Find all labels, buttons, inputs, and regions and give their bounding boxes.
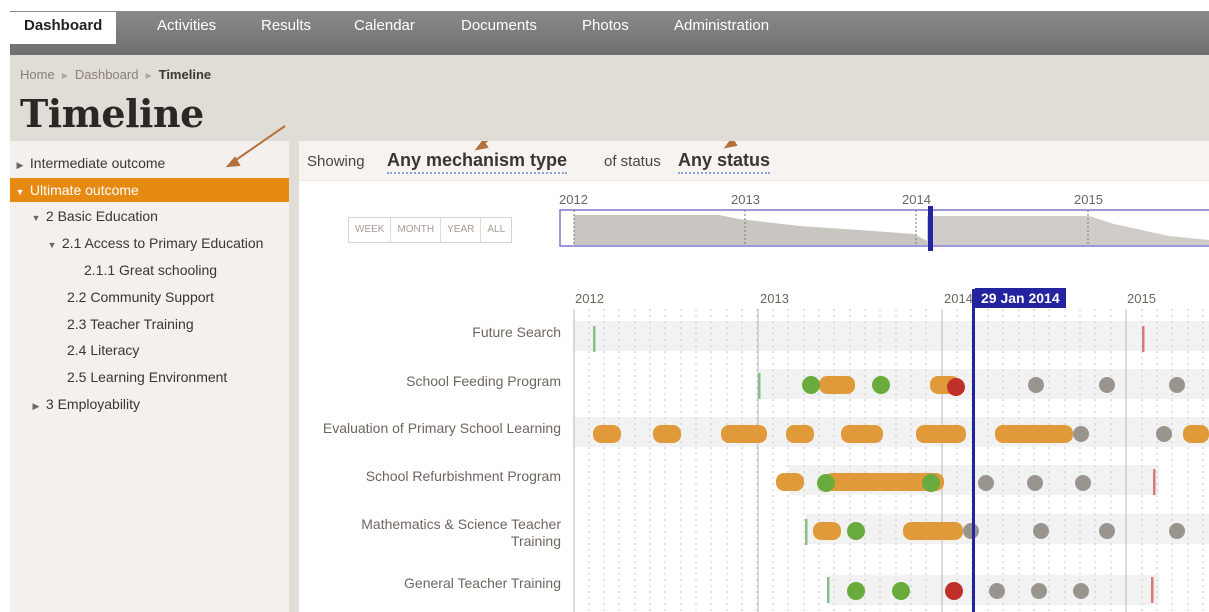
pending-icon[interactable] xyxy=(1156,426,1172,442)
pending-icon[interactable] xyxy=(1099,377,1115,393)
tree-item-employability[interactable]: ▶ 3 Employability xyxy=(10,392,289,416)
sidebar-resize-handle[interactable] xyxy=(289,141,299,612)
tree-item-label: Intermediate outcome xyxy=(29,155,166,171)
pending-icon[interactable] xyxy=(1073,583,1089,599)
activity-bar[interactable] xyxy=(903,522,963,540)
pending-icon[interactable] xyxy=(963,523,979,539)
tree-item-intermediate-outcome[interactable]: ▶ Intermediate outcome xyxy=(10,151,289,175)
activity-bar[interactable] xyxy=(841,425,883,443)
caret-down-icon[interactable]: ▼ xyxy=(14,180,26,204)
timeline-panel: Showing Any mechanism type of status Any… xyxy=(299,141,1209,612)
pending-icon[interactable] xyxy=(1073,426,1089,442)
current-date-line[interactable] xyxy=(972,289,975,612)
breadcrumb-home[interactable]: Home xyxy=(20,67,55,82)
caret-right-icon[interactable]: ▶ xyxy=(30,394,42,418)
outcome-tree: ▶ Intermediate outcome ▼ Ultimate outcom… xyxy=(10,141,289,612)
caret-down-icon[interactable]: ▼ xyxy=(30,206,42,230)
pending-icon[interactable] xyxy=(1169,523,1185,539)
tree-item-ultimate-outcome[interactable]: ▼ Ultimate outcome xyxy=(10,178,289,202)
caret-right-icon[interactable]: ▶ xyxy=(14,153,26,177)
end-marker xyxy=(1151,577,1154,603)
check-icon[interactable] xyxy=(817,474,835,492)
check-icon[interactable] xyxy=(802,376,820,394)
activity-bar[interactable] xyxy=(786,425,814,443)
check-icon[interactable] xyxy=(847,582,865,600)
activity-bar[interactable] xyxy=(916,425,966,443)
end-marker xyxy=(1153,469,1156,495)
start-marker xyxy=(805,519,808,545)
tree-item-label: 2.2 Community Support xyxy=(67,289,215,305)
tree-item-community-support[interactable]: 2.2 Community Support xyxy=(10,285,289,309)
end-marker xyxy=(1142,326,1145,352)
activity-bar[interactable] xyxy=(776,473,804,491)
tree-item-learning-environment[interactable]: 2.5 Learning Environment xyxy=(10,365,289,389)
timeline-gridlines xyxy=(588,309,1204,612)
pending-icon[interactable] xyxy=(1075,475,1091,491)
pending-icon[interactable] xyxy=(989,583,1005,599)
activity-bar[interactable] xyxy=(819,376,855,394)
pending-icon[interactable] xyxy=(1028,377,1044,393)
check-icon[interactable] xyxy=(922,474,940,492)
alert-icon[interactable] xyxy=(945,582,963,600)
row-bg-math-science xyxy=(806,514,1209,544)
start-marker xyxy=(593,326,596,352)
pending-icon[interactable] xyxy=(978,475,994,491)
timeline-graphics xyxy=(474,141,1209,612)
annotation-arrows xyxy=(474,141,738,151)
activity-bar[interactable] xyxy=(593,425,621,443)
alert-icon[interactable] xyxy=(947,378,965,396)
current-date-badge: 29 Jan 2014 xyxy=(975,288,1066,308)
tab-administration[interactable]: Administration xyxy=(674,12,769,44)
caret-down-icon[interactable]: ▼ xyxy=(46,233,58,257)
activity-bar[interactable] xyxy=(995,425,1073,443)
tab-calendar[interactable]: Calendar xyxy=(354,12,415,44)
tree-item-label: 2.1.1 Great schooling xyxy=(84,262,218,278)
check-icon[interactable] xyxy=(847,522,865,540)
activity-bar[interactable] xyxy=(721,425,767,443)
tab-photos[interactable]: Photos xyxy=(582,12,629,44)
check-icon[interactable] xyxy=(872,376,890,394)
tree-item-label: 2.4 Literacy xyxy=(67,342,140,358)
start-marker xyxy=(758,373,761,399)
pending-icon[interactable] xyxy=(1099,523,1115,539)
tab-results[interactable]: Results xyxy=(261,12,311,44)
pending-icon[interactable] xyxy=(1169,377,1185,393)
start-marker xyxy=(827,577,830,603)
activity-bar[interactable] xyxy=(1183,425,1209,443)
chevron-right-icon: ▶ xyxy=(145,71,152,81)
tree-item-teacher-training[interactable]: 2.3 Teacher Training xyxy=(10,312,289,336)
breadcrumb: Home ▶ Dashboard ▶ Timeline xyxy=(20,67,211,82)
tree-item-label: 2.1 Access to Primary Education xyxy=(61,235,264,251)
tree-item-label: 2.5 Learning Environment xyxy=(67,369,228,385)
breadcrumb-current: Timeline xyxy=(158,67,212,82)
pending-icon[interactable] xyxy=(1027,475,1043,491)
activity-bar[interactable] xyxy=(813,522,841,540)
tree-item-literacy[interactable]: 2.4 Literacy xyxy=(10,338,289,362)
page-title: Timeline xyxy=(20,91,204,136)
tree-item-label: 2.3 Teacher Training xyxy=(67,316,194,332)
tree-item-great-schooling[interactable]: 2.1.1 Great schooling xyxy=(10,258,289,282)
overview-navigator[interactable] xyxy=(559,206,1209,251)
check-icon[interactable] xyxy=(892,582,910,600)
row-bg-future-search xyxy=(574,321,1209,351)
tree-item-access-primary-education[interactable]: ▼ 2.1 Access to Primary Education xyxy=(10,231,289,255)
overview-current-marker[interactable] xyxy=(928,206,933,251)
tab-documents[interactable]: Documents xyxy=(461,12,537,44)
tree-item-basic-education[interactable]: ▼ 2 Basic Education xyxy=(10,204,289,228)
chevron-right-icon: ▶ xyxy=(61,71,68,81)
tab-dashboard[interactable]: Dashboard xyxy=(10,12,117,44)
page-header: Home ▶ Dashboard ▶ Timeline Timeline xyxy=(10,55,1209,141)
tree-item-label: 3 Employability xyxy=(45,396,141,412)
activity-bar[interactable] xyxy=(653,425,681,443)
tree-item-label: Ultimate outcome xyxy=(29,182,139,198)
pending-icon[interactable] xyxy=(1033,523,1049,539)
breadcrumb-dashboard[interactable]: Dashboard xyxy=(75,67,139,82)
pending-icon[interactable] xyxy=(1031,583,1047,599)
tree-item-label: 2 Basic Education xyxy=(45,208,158,224)
tab-activities[interactable]: Activities xyxy=(157,12,216,44)
